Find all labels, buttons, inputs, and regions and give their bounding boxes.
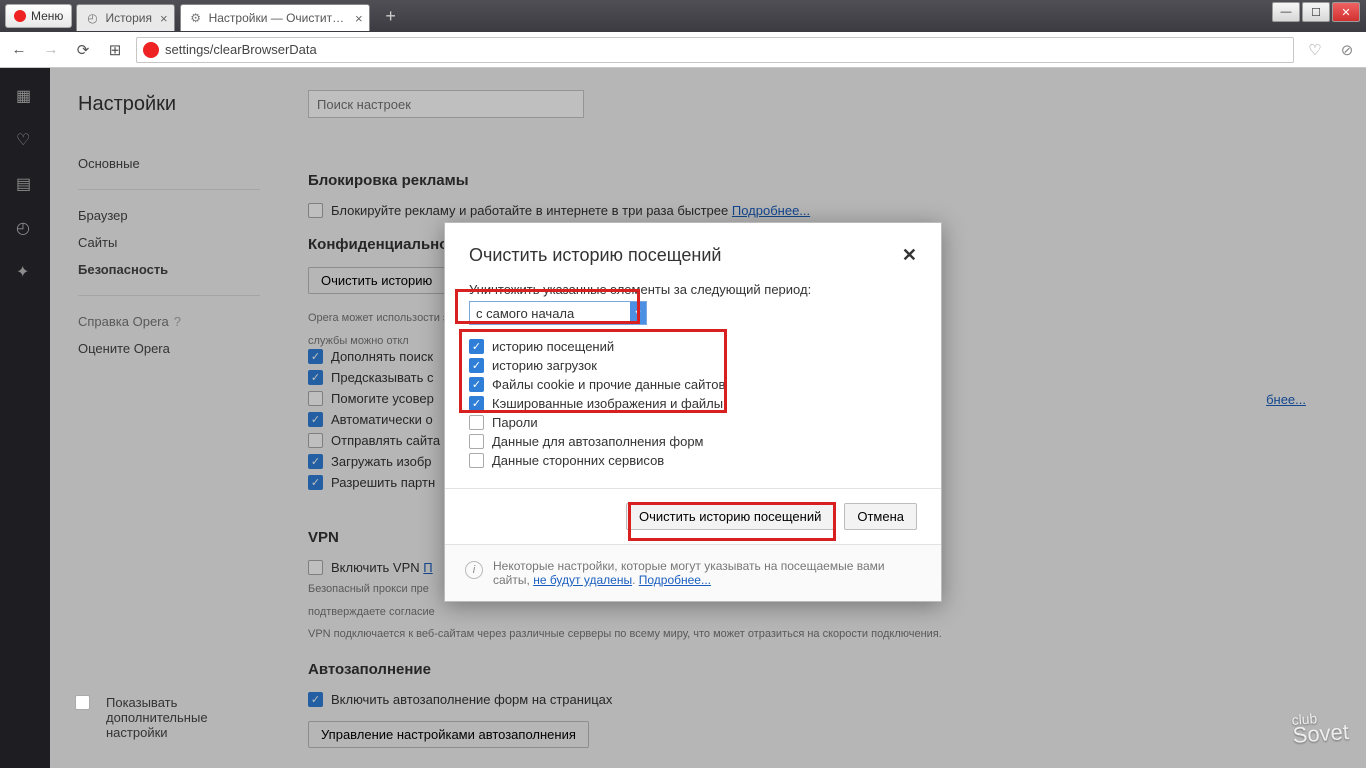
menu-label: Меню bbox=[31, 9, 63, 23]
toolbar: ← → ⟳ ⊞ settings/clearBrowserData ♡ ⊘ bbox=[0, 32, 1366, 68]
period-value: с самого начала bbox=[476, 306, 574, 321]
learn-more-link[interactable]: Подробнее... bbox=[639, 573, 711, 587]
checkbox[interactable]: ✓ bbox=[469, 358, 484, 373]
maximize-button[interactable]: ☐ bbox=[1302, 2, 1330, 22]
tab-label: История bbox=[105, 11, 152, 25]
checkbox[interactable]: ✓ bbox=[469, 396, 484, 411]
tab-label: Настройки — Очистить и bbox=[209, 11, 347, 25]
dialog-check-row: ✓историю загрузок bbox=[469, 358, 917, 373]
tab-close-icon[interactable]: × bbox=[160, 11, 168, 26]
window-controls: — ☐ ✕ bbox=[1270, 2, 1360, 22]
checkbox[interactable] bbox=[469, 434, 484, 449]
dialog-check-row: ✓историю посещений bbox=[469, 339, 917, 354]
adblock-button[interactable]: ⊘ bbox=[1336, 39, 1358, 61]
opera-icon bbox=[143, 42, 159, 58]
checkbox[interactable]: ✓ bbox=[469, 339, 484, 354]
gear-icon: ⚙ bbox=[189, 11, 203, 25]
clock-icon: ◴ bbox=[85, 11, 99, 25]
close-window-button[interactable]: ✕ bbox=[1332, 2, 1360, 22]
title-bar: Меню ◴ История × ⚙ Настройки — Очистить … bbox=[0, 0, 1366, 32]
dialog-check-row: Данные сторонних сервисов bbox=[469, 453, 917, 468]
watermark: club Sovet bbox=[1291, 705, 1350, 744]
not-deleted-link[interactable]: не будут удалены bbox=[533, 573, 632, 587]
bookmark-button[interactable]: ♡ bbox=[1304, 39, 1326, 61]
checkbox[interactable] bbox=[469, 453, 484, 468]
dialog-title: Очистить историю посещений bbox=[469, 245, 721, 266]
cancel-button[interactable]: Отмена bbox=[844, 503, 917, 530]
forward-button[interactable]: → bbox=[40, 39, 62, 61]
checkbox[interactable] bbox=[75, 695, 90, 710]
reload-button[interactable]: ⟳ bbox=[72, 39, 94, 61]
clear-history-dialog: Очистить историю посещений ✕ Уничтожить … bbox=[444, 222, 942, 602]
minimize-button[interactable]: — bbox=[1272, 2, 1300, 22]
dialog-check-row: ✓Кэшированные изображения и файлы bbox=[469, 396, 917, 411]
period-select[interactable]: с самого начала ▾ bbox=[469, 301, 647, 325]
speed-dial-button[interactable]: ⊞ bbox=[104, 39, 126, 61]
tab-history[interactable]: ◴ История × bbox=[76, 4, 174, 31]
address-bar[interactable]: settings/clearBrowserData bbox=[136, 37, 1294, 63]
dialog-check-row: Пароли bbox=[469, 415, 917, 430]
tab-close-icon[interactable]: × bbox=[355, 11, 363, 26]
checkbox[interactable]: ✓ bbox=[469, 377, 484, 392]
clear-confirm-button[interactable]: Очистить историю посещений bbox=[626, 503, 834, 530]
opera-icon bbox=[14, 10, 26, 22]
info-icon: i bbox=[465, 561, 483, 579]
checkbox[interactable] bbox=[469, 415, 484, 430]
period-label: Уничтожить указанные элементы за следующ… bbox=[469, 282, 917, 297]
dialog-close-icon[interactable]: ✕ bbox=[902, 245, 917, 266]
tab-settings[interactable]: ⚙ Настройки — Очистить и × bbox=[180, 4, 370, 31]
dialog-check-row: ✓Файлы cookie и прочие данные сайтов bbox=[469, 377, 917, 392]
back-button[interactable]: ← bbox=[8, 39, 30, 61]
chevron-down-icon: ▾ bbox=[630, 302, 646, 324]
show-advanced[interactable]: Показывать дополнительные настройки bbox=[75, 695, 266, 740]
dialog-check-row: Данные для автозаполнения форм bbox=[469, 434, 917, 449]
menu-button[interactable]: Меню bbox=[5, 4, 72, 28]
address-text: settings/clearBrowserData bbox=[165, 42, 317, 57]
new-tab-button[interactable]: + bbox=[379, 4, 403, 28]
dialog-footnote: i Некоторые настройки, которые могут ука… bbox=[445, 544, 941, 601]
